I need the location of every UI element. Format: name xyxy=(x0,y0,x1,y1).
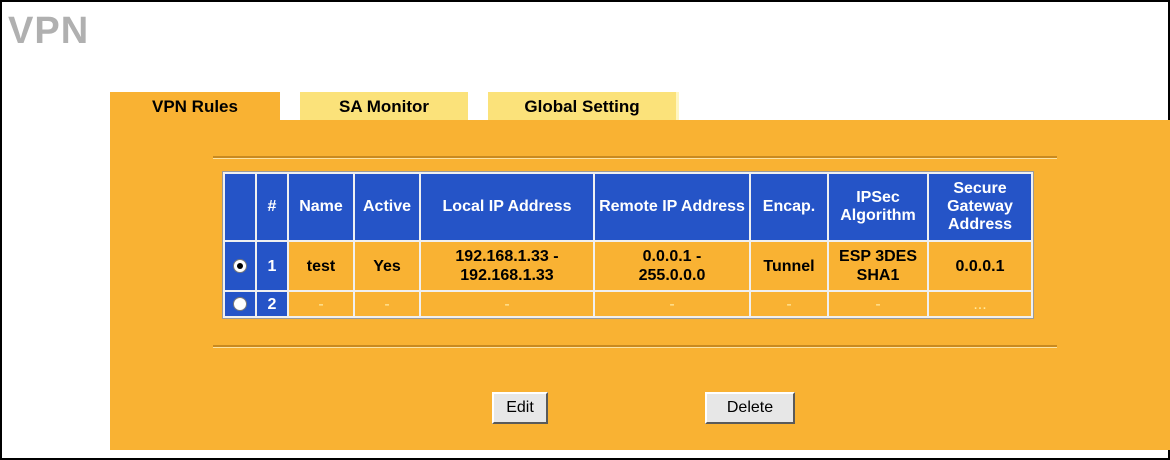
vpn-rules-table: # Name Active Local IP Address Remote IP… xyxy=(222,171,1034,319)
rule-remote-ip: 0.0.0.1 - 255.0.0.0 xyxy=(595,242,749,290)
table-row[interactable]: 2 - - - - - - ... xyxy=(225,292,1031,316)
rule-remote-ip: - xyxy=(595,292,749,316)
rule-name: test xyxy=(289,242,353,290)
rule-active: - xyxy=(355,292,419,316)
tab-vpn-rules[interactable]: VPN Rules xyxy=(110,92,280,122)
row-number: 1 xyxy=(257,242,287,290)
local-ip-start: 192.168.1.33 - xyxy=(455,248,559,265)
local-ip-end: 192.168.1.33 xyxy=(460,267,554,284)
divider xyxy=(213,156,1057,159)
rule-local-ip: - xyxy=(421,292,593,316)
algorithm-cipher: ESP 3DES xyxy=(839,248,917,265)
tab-global-setting[interactable]: Global Setting xyxy=(488,92,679,122)
header-local-ip: Local IP Address xyxy=(421,174,593,240)
rule-gateway: ... xyxy=(929,292,1031,316)
row-select-cell[interactable] xyxy=(225,292,255,316)
header-name: Name xyxy=(289,174,353,240)
remote-ip-end: 255.0.0.0 xyxy=(638,267,706,284)
rule-algorithm: - xyxy=(829,292,927,316)
row-number: 2 xyxy=(257,292,287,316)
table-header-row: # Name Active Local IP Address Remote IP… xyxy=(225,174,1031,240)
header-ipsec-algorithm: IPSec Algorithm xyxy=(829,174,927,240)
page-title: VPN xyxy=(8,10,90,52)
algorithm-hash: SHA1 xyxy=(856,267,900,284)
rule-local-ip: 192.168.1.33 - 192.168.1.33 xyxy=(421,242,593,290)
radio-button-selected[interactable] xyxy=(233,259,247,274)
delete-button[interactable]: Delete xyxy=(705,392,795,424)
header-secure-gateway: Secure Gateway Address xyxy=(929,174,1031,240)
header-active: Active xyxy=(355,174,419,240)
rule-active: Yes xyxy=(355,242,419,290)
rule-algorithm: ESP 3DES SHA1 xyxy=(829,242,927,290)
header-encap: Encap. xyxy=(751,174,827,240)
divider xyxy=(213,345,1057,348)
rule-encap: - xyxy=(751,292,827,316)
radio-button[interactable] xyxy=(233,297,247,312)
header-remote-ip: Remote IP Address xyxy=(595,174,749,240)
rule-gateway: 0.0.0.1 xyxy=(929,242,1031,290)
tab-sa-monitor[interactable]: SA Monitor xyxy=(300,92,468,122)
rule-encap: Tunnel xyxy=(751,242,827,290)
header-select xyxy=(225,174,255,240)
remote-ip-start: 0.0.0.1 - xyxy=(642,248,702,265)
row-select-cell[interactable] xyxy=(225,242,255,290)
header-number: # xyxy=(257,174,287,240)
edit-button[interactable]: Edit xyxy=(492,392,548,424)
rule-name: - xyxy=(289,292,353,316)
table-row[interactable]: 1 test Yes 192.168.1.33 - 192.168.1.33 0… xyxy=(225,242,1031,290)
